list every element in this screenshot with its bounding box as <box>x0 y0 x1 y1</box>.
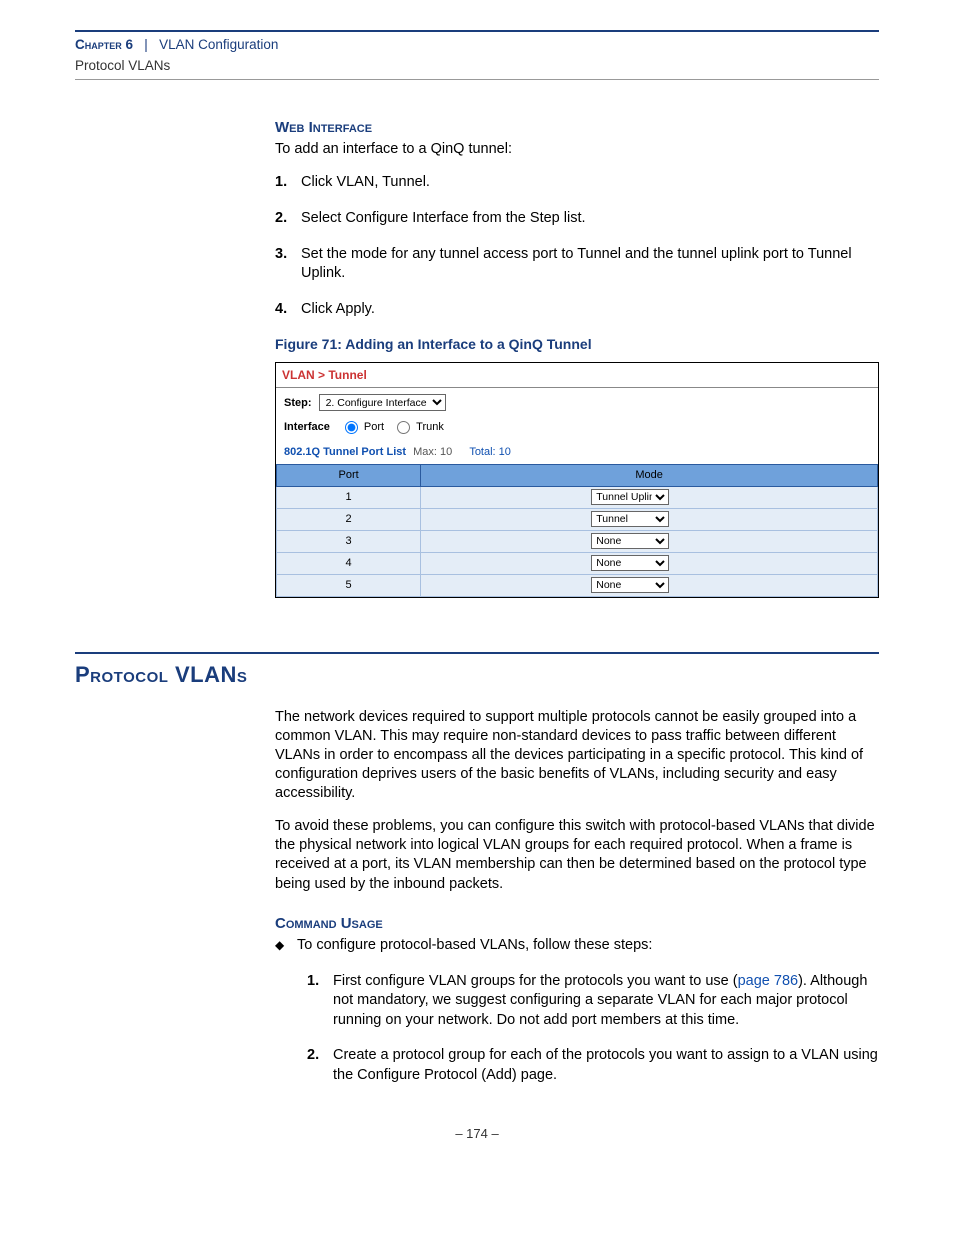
chapter-sep: | <box>137 37 156 52</box>
step-item: 1.Click VLAN, Tunnel. <box>275 173 879 193</box>
step-num: 2. <box>275 209 301 229</box>
nested-steps: 1. First configure VLAN groups for the p… <box>307 972 879 1086</box>
chapter-title: VLAN Configuration <box>159 37 278 52</box>
section-rule <box>75 652 879 654</box>
nested-step: 1. First configure VLAN groups for the p… <box>307 972 879 1031</box>
mode-cell: Tunnel Uplink <box>421 486 878 508</box>
header-thin-rule <box>75 79 879 80</box>
step-select[interactable]: 2. Configure Interface <box>319 394 446 411</box>
step-num: 4. <box>275 300 301 320</box>
figure-caption: Figure 71: Adding an Interface to a QinQ… <box>275 335 879 354</box>
port-cell: 3 <box>277 530 421 552</box>
col-port: Port <box>277 465 421 487</box>
col-mode: Mode <box>421 465 878 487</box>
step-item: 3.Set the mode for any tunnel access por… <box>275 245 879 284</box>
step-num: 1. <box>275 173 301 193</box>
nested-num: 1. <box>307 972 333 1031</box>
command-usage-heading: Command Usage <box>275 914 879 934</box>
mode-select[interactable]: None <box>591 555 669 571</box>
ss-step-label: Step: <box>284 397 312 409</box>
steps-list: 1.Click VLAN, Tunnel. 2.Select Configure… <box>275 173 879 319</box>
ss-list-title: 802.1Q Tunnel Port List Max: 10 Total: 1… <box>276 441 878 464</box>
radio-trunk-label: Trunk <box>416 421 444 433</box>
ss-step-row: Step: 2. Configure Interface <box>276 388 878 417</box>
step-num: 3. <box>275 245 301 284</box>
page-link[interactable]: page 786 <box>738 973 798 989</box>
step-text: Select Configure Interface from the Step… <box>301 209 586 229</box>
nested-step: 2. Create a protocol group for each of t… <box>307 1046 879 1085</box>
pv-para1: The network devices required to support … <box>275 708 879 804</box>
header-rule <box>75 30 879 32</box>
step-text: Click VLAN, Tunnel. <box>301 173 430 193</box>
radio-trunk[interactable] <box>397 421 410 434</box>
mode-cell: None <box>421 552 878 574</box>
ss-interface-row: Interface Port Trunk <box>276 417 878 441</box>
mode-select[interactable]: None <box>591 533 669 549</box>
port-cell: 2 <box>277 508 421 530</box>
table-row: 5 None <box>277 574 878 596</box>
port-table: Port Mode 1 Tunnel Uplink 2 Tunnel 3 <box>276 464 878 597</box>
table-row: 4 None <box>277 552 878 574</box>
chapter-subsection: Protocol VLANs <box>75 57 879 75</box>
bullet-intro: To configure protocol-based VLANs, follo… <box>297 937 652 953</box>
step-item: 2.Select Configure Interface from the St… <box>275 209 879 229</box>
bullet-item: To configure protocol-based VLANs, follo… <box>275 936 879 1085</box>
pv-para2: To avoid these problems, you can configu… <box>275 817 879 894</box>
radio-port[interactable] <box>345 421 358 434</box>
radio-port-label: Port <box>364 421 384 433</box>
nested-pre: First configure VLAN groups for the prot… <box>333 973 738 989</box>
mode-select[interactable]: Tunnel Uplink <box>591 489 669 505</box>
page-number: – 174 – <box>75 1125 879 1143</box>
port-cell: 5 <box>277 574 421 596</box>
list-title: 802.1Q Tunnel Port List <box>284 446 406 458</box>
table-row: 2 Tunnel <box>277 508 878 530</box>
bullet-list: To configure protocol-based VLANs, follo… <box>275 936 879 1085</box>
table-row: 1 Tunnel Uplink <box>277 486 878 508</box>
ss-breadcrumb: VLAN > Tunnel <box>276 363 878 388</box>
mode-select[interactable]: Tunnel <box>591 511 669 527</box>
nested-text: Create a protocol group for each of the … <box>333 1046 879 1085</box>
table-row: 3 None <box>277 530 878 552</box>
list-max: Max: 10 <box>413 446 452 458</box>
mode-cell: None <box>421 530 878 552</box>
port-cell: 4 <box>277 552 421 574</box>
figure-screenshot: VLAN > Tunnel Step: 2. Configure Interfa… <box>275 362 879 598</box>
mode-cell: None <box>421 574 878 596</box>
interface-label: Interface <box>284 421 330 433</box>
nested-text: First configure VLAN groups for the prot… <box>333 972 879 1031</box>
mode-select[interactable]: None <box>591 577 669 593</box>
list-total: Total: 10 <box>469 446 511 458</box>
chapter-header: Chapter 6 | VLAN Configuration <box>75 36 879 55</box>
step-text: Click Apply. <box>301 300 375 320</box>
web-interface-heading: Web Interface <box>275 118 879 138</box>
mode-cell: Tunnel <box>421 508 878 530</box>
chapter-label: Chapter 6 <box>75 37 133 52</box>
protocol-vlans-heading: Protocol VLANs <box>75 660 879 690</box>
step-item: 4.Click Apply. <box>275 300 879 320</box>
port-cell: 1 <box>277 486 421 508</box>
nested-num: 2. <box>307 1046 333 1085</box>
web-interface-intro: To add an interface to a QinQ tunnel: <box>275 140 879 159</box>
step-text: Set the mode for any tunnel access port … <box>301 245 879 284</box>
